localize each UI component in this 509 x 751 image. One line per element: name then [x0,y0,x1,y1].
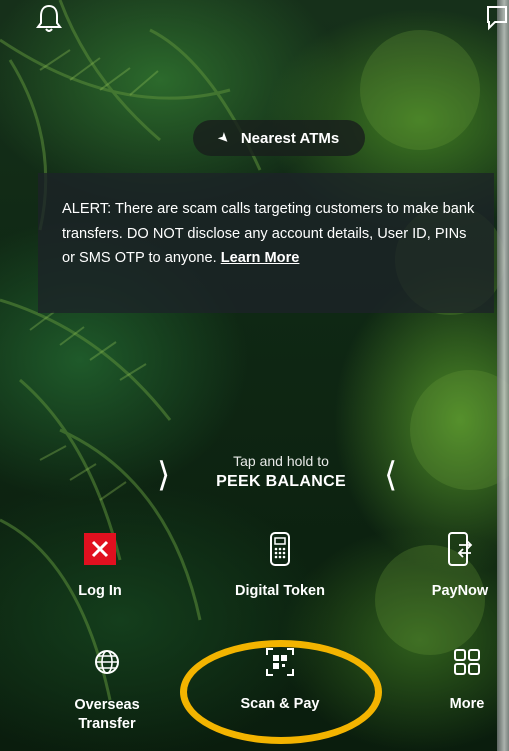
device-edge [497,0,509,751]
overseas-transfer-label: Overseas Transfer [74,697,140,732]
paynow-button[interactable]: PayNow [400,527,509,599]
more-label: More [449,696,485,712]
globe-icon [95,650,119,674]
chevron-right-icon: ⟩ [157,456,171,494]
background-foliage [0,0,509,701]
nearest-atms-button[interactable]: ➤ Nearest ATMs [193,120,365,156]
nearest-atms-label: Nearest ATMs [240,129,340,147]
paynow-icon [448,532,473,566]
login-icon [84,533,116,565]
chevron-left-icon: ⟨ [384,456,398,494]
grid-icon [454,649,480,675]
chat-icon[interactable] [485,4,509,32]
paynow-label: PayNow [431,583,489,599]
peek-balance-label: PEEK BALANCE [216,473,346,490]
digital-token-icon [270,532,290,566]
login-label: Log In [78,583,122,599]
digital-token-label: Digital Token [235,583,325,599]
highlight-ring-annotation [180,640,382,744]
scam-alert-banner: ALERT: There are scam calls targeting cu… [38,173,494,313]
bell-icon[interactable] [36,4,62,34]
peek-instruction: Tap and hold to [233,453,329,469]
app-home-screen: ➤ Nearest ATMs ALERT: There are scam cal… [0,0,509,751]
peek-balance-control[interactable]: Tap and hold to PEEK BALANCE [186,453,376,491]
digital-token-button[interactable]: Digital Token [220,527,340,599]
overseas-transfer-button[interactable]: Overseas Transfer [47,640,167,734]
more-button[interactable]: More [407,640,509,712]
learn-more-link[interactable]: Learn More [221,250,300,266]
location-arrow-icon: ➤ [215,129,233,147]
login-button[interactable]: Log In [40,527,160,599]
